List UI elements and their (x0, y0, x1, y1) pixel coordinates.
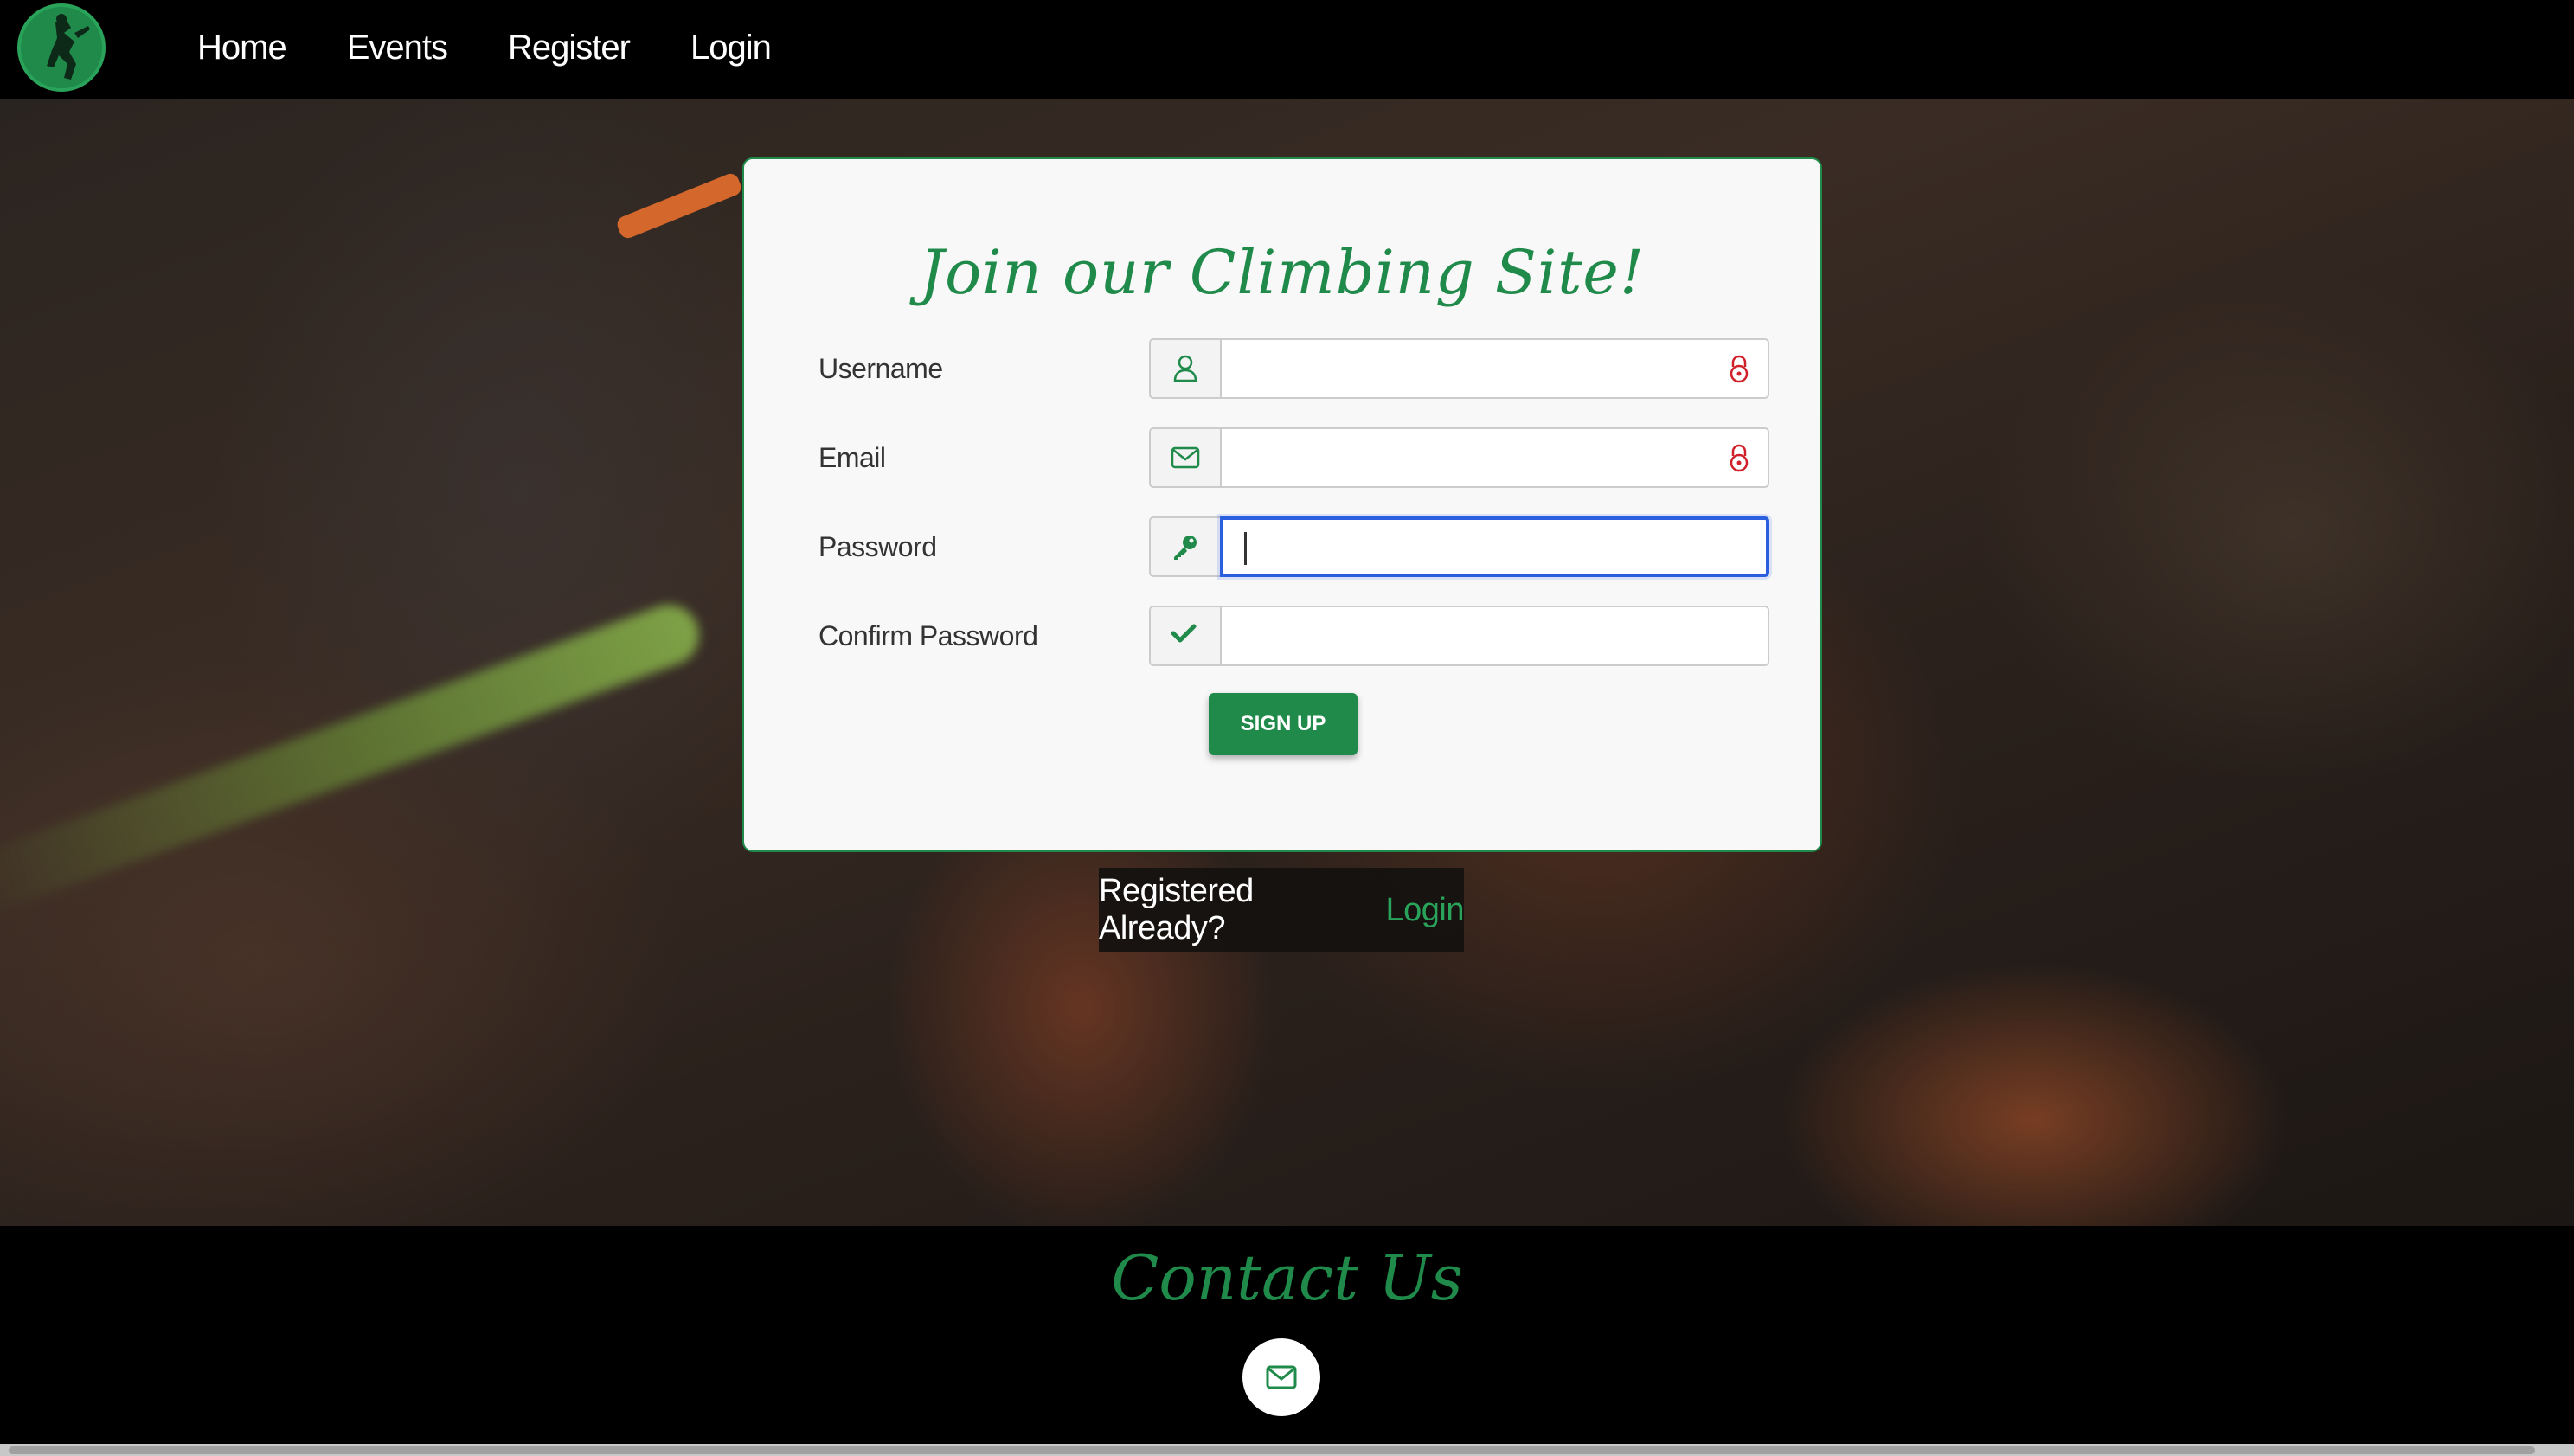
username-input-group (1149, 338, 1769, 399)
confirm-password-label: Confirm Password (818, 620, 1038, 651)
envelope-icon (1149, 427, 1220, 488)
contact-email-button[interactable] (1242, 1338, 1320, 1416)
climber-logo-icon[interactable] (17, 3, 106, 92)
key-icon (1149, 516, 1220, 577)
nav-links: Home Events Register Login (197, 0, 831, 95)
signup-title: Join our Climbing Site! (920, 237, 1645, 308)
nav-login-link[interactable]: Login (690, 29, 772, 67)
background-rope (0, 596, 708, 920)
sign-up-button[interactable]: SIGN UP (1209, 693, 1358, 755)
nav-events-link[interactable]: Events (347, 29, 448, 67)
email-input[interactable] (1220, 427, 1769, 488)
scrollbar-thumb[interactable] (9, 1446, 2535, 1454)
footer: Contact Us (0, 1226, 2574, 1444)
confirm-password-input-group (1149, 606, 1769, 666)
horizontal-scrollbar[interactable] (0, 1444, 2574, 1456)
registered-already-text: Registered Already? (1099, 873, 1254, 946)
username-row: Username (818, 338, 1788, 399)
password-row: Password (818, 516, 1788, 577)
login-link[interactable]: Login (1386, 892, 1465, 929)
check-icon (1149, 606, 1220, 666)
navbar: Home Events Register Login (0, 0, 2574, 99)
password-manager-lock-icon[interactable] (1726, 355, 1752, 384)
signup-card: Join our Climbing Site! Username Email P… (742, 157, 1822, 852)
username-label: Username (818, 353, 943, 384)
background-gear (614, 170, 744, 241)
password-label: Password (818, 531, 937, 562)
user-icon (1149, 338, 1220, 399)
confirm-password-row: Confirm Password (818, 606, 1788, 666)
nav-register-link[interactable]: Register (508, 29, 631, 67)
email-input-group (1149, 427, 1769, 488)
password-input[interactable] (1220, 516, 1769, 577)
confirm-password-input[interactable] (1220, 606, 1769, 666)
email-row: Email (818, 427, 1788, 488)
envelope-icon (1266, 1365, 1297, 1389)
password-manager-lock-icon[interactable] (1726, 444, 1752, 473)
nav-home-link[interactable]: Home (197, 29, 287, 67)
password-input-group (1149, 516, 1769, 577)
email-label: Email (818, 442, 886, 473)
text-caret (1244, 532, 1247, 565)
registered-already-box: Registered Already? Login (1099, 868, 1465, 952)
contact-us-title: Contact Us (1111, 1241, 1463, 1314)
username-input[interactable] (1220, 338, 1769, 399)
